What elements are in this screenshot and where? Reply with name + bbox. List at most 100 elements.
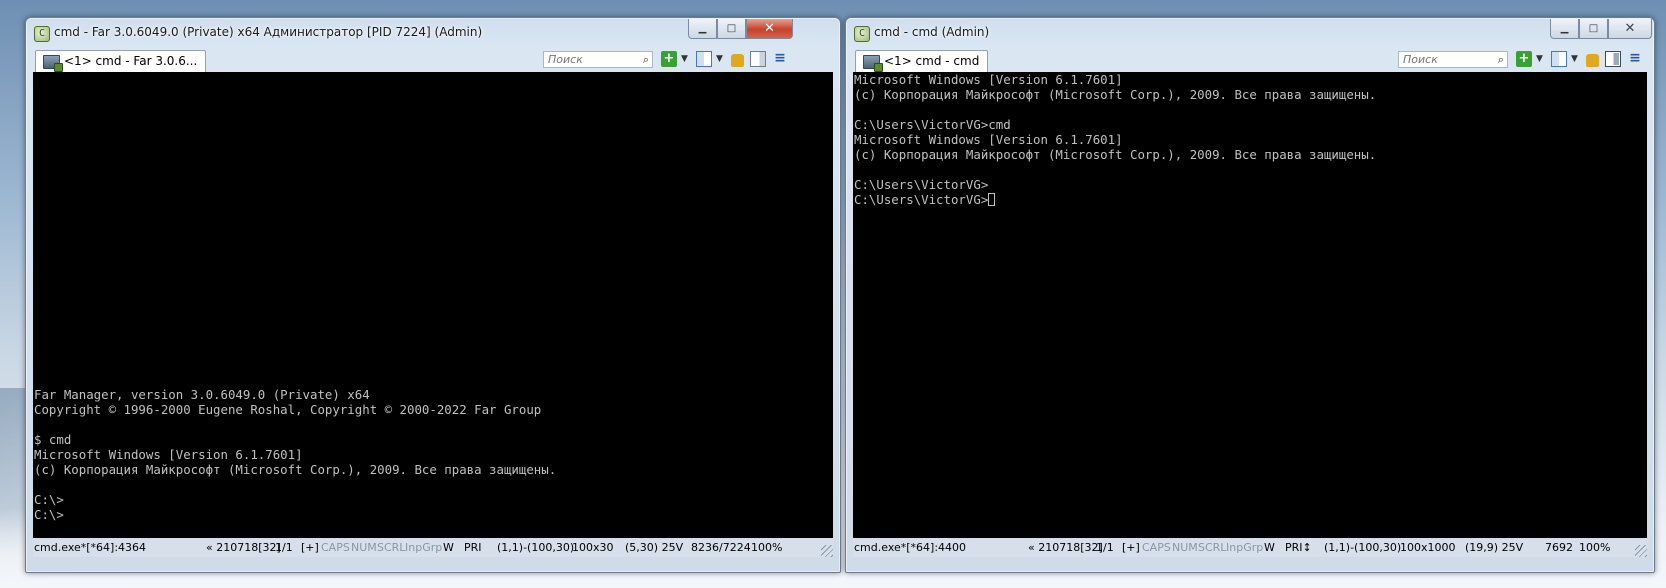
tab-console-1[interactable]: <1> cmd - cmd: [855, 50, 989, 72]
console-area[interactable]: Far Manager, version 3.0.6049.0 (Private…: [33, 72, 833, 538]
status-pages[interactable]: 1/1: [275, 541, 293, 554]
split-icon[interactable]: [750, 51, 766, 67]
status-zoom[interactable]: 100%: [751, 541, 782, 554]
status-size[interactable]: 100x1000: [1400, 541, 1456, 554]
status-w[interactable]: W: [1264, 541, 1275, 554]
split-icon[interactable]: [1605, 51, 1621, 67]
status-zoom[interactable]: 100%: [1579, 541, 1610, 554]
maximize-icon[interactable]: □: [1579, 19, 1608, 39]
status-bar: cmd.exe*[*64]:4364 « 210718[32] 1/1 [+] …: [33, 539, 833, 557]
search-icon[interactable]: ⌕: [643, 53, 649, 67]
chevron-down-icon[interactable]: ▼: [715, 51, 724, 67]
status-size[interactable]: 100x30: [572, 541, 614, 554]
console-line: Microsoft Windows [Version 6.1.7601]: [854, 72, 1123, 87]
console-line: $ cmd: [34, 432, 72, 447]
console-line: (c) Корпорация Майкрософт (Microsoft Cor…: [854, 147, 1377, 162]
minimize-icon[interactable]: ▁: [688, 19, 717, 39]
status-w[interactable]: W: [443, 541, 454, 554]
console-line: Microsoft Windows [Version 6.1.7601]: [34, 447, 303, 462]
status-cursor[interactable]: (19,9) 25V: [1465, 541, 1523, 554]
chevron-down-icon[interactable]: ▼: [680, 51, 689, 67]
status-num[interactable]: NUM: [351, 541, 377, 554]
status-caps[interactable]: CAPS: [1142, 541, 1171, 554]
console-line: C:\Users\VictorVG>: [854, 177, 989, 192]
window-cmd: C cmd - cmd (Admin) ▁ □ ✕ <1> cmd - cmd …: [845, 17, 1655, 573]
status-scrl[interactable]: SCRL: [1198, 541, 1226, 554]
console-area[interactable]: Microsoft Windows [Version 6.1.7601] (c)…: [853, 72, 1647, 538]
new-console-icon[interactable]: +: [1516, 51, 1532, 67]
panel-view-icon[interactable]: [1551, 51, 1567, 67]
window-title: cmd - Far 3.0.6049.0 (Private) x64 Админ…: [54, 25, 483, 39]
lock-icon[interactable]: [1586, 53, 1599, 67]
console-prompt-line: C:\Users\VictorVG>: [853, 192, 1647, 207]
status-build[interactable]: « 210718[32]: [1028, 541, 1103, 554]
window-controls: ▁ □ ✕: [688, 19, 793, 39]
toolbar-icons: + ▼ ▼ ≡: [1516, 51, 1643, 67]
status-process[interactable]: cmd.exe*[*64]:4364: [34, 541, 146, 554]
tab-label: <1> cmd - cmd: [884, 54, 980, 68]
conemu-app-icon[interactable]: C: [34, 26, 50, 42]
status-pages[interactable]: 1/1: [1096, 541, 1114, 554]
status-pri[interactable]: PRI↕: [1285, 541, 1312, 554]
search-input[interactable]: [544, 52, 638, 67]
status-build[interactable]: « 210718[32]: [206, 541, 281, 554]
search-input[interactable]: [1399, 52, 1493, 67]
console-line: (c) Корпорация Майкрософт (Microsoft Cor…: [854, 87, 1377, 102]
search-icon[interactable]: ⌕: [1498, 53, 1504, 67]
search-box[interactable]: ⌕: [1398, 51, 1508, 68]
console-line: C:\>: [34, 492, 64, 507]
prompt-text: C:\Users\VictorVG>: [854, 192, 989, 207]
panel-view-icon[interactable]: [696, 51, 712, 67]
close-icon[interactable]: ✕: [746, 19, 793, 39]
menu-icon[interactable]: ≡: [772, 51, 788, 67]
resize-grip-icon[interactable]: [821, 545, 833, 557]
status-bar: cmd.exe*[*64]:4400 « 210718[32] 1/1 [+] …: [853, 539, 1647, 557]
tab-console-1[interactable]: <1> cmd - Far 3.0.6...: [35, 50, 207, 72]
status-process[interactable]: cmd.exe*[*64]:4400: [854, 541, 966, 554]
chevron-down-icon[interactable]: ▼: [1535, 51, 1544, 67]
menu-icon[interactable]: ≡: [1627, 51, 1643, 67]
tab-label: <1> cmd - Far 3.0.6...: [64, 54, 198, 68]
status-caps[interactable]: CAPS: [321, 541, 350, 554]
status-inpgrp[interactable]: InpGrp: [405, 541, 442, 554]
new-console-icon[interactable]: +: [661, 51, 677, 67]
minimize-icon[interactable]: ▁: [1550, 19, 1579, 39]
tab-toolbar: <1> cmd - cmd ⌕ + ▼ ▼ ≡: [853, 48, 1647, 72]
title-bar[interactable]: C cmd - Far 3.0.6049.0 (Private) x64 Адм…: [26, 18, 840, 48]
status-cursor[interactable]: (5,30) 25V: [625, 541, 683, 554]
console-line: C:\Users\VictorVG>cmd: [854, 117, 1011, 132]
toolbar-icons: + ▼ ▼ ≡: [661, 51, 788, 67]
chevron-down-icon[interactable]: ▼: [1570, 51, 1579, 67]
close-icon[interactable]: ✕: [1608, 19, 1652, 39]
maximize-icon[interactable]: □: [717, 19, 746, 39]
console-line: C:\>: [34, 507, 64, 522]
console-tab-icon: [43, 55, 63, 72]
tab-toolbar: <1> cmd - Far 3.0.6... ⌕ + ▼ ▼ ≡: [33, 48, 833, 72]
search-box[interactable]: ⌕: [543, 51, 653, 68]
window-far-manager: C cmd - Far 3.0.6049.0 (Private) x64 Адм…: [25, 17, 841, 573]
status-scrl[interactable]: SCRL: [377, 541, 405, 554]
status-mem[interactable]: 7692: [1545, 541, 1573, 554]
console-line: Copyright © 1996-2000 Eugene Roshal, Cop…: [34, 402, 542, 417]
conemu-app-icon[interactable]: C: [854, 26, 870, 42]
window-title: cmd - cmd (Admin): [874, 25, 990, 39]
console-line: Far Manager, version 3.0.6049.0 (Private…: [34, 387, 370, 402]
status-pri[interactable]: PRI: [464, 541, 482, 554]
status-inpgrp[interactable]: InpGrp: [1226, 541, 1263, 554]
status-region[interactable]: (1,1)-(100,30): [497, 541, 574, 554]
status-mem[interactable]: 8236/7224: [691, 541, 751, 554]
status-plus[interactable]: [+]: [301, 541, 319, 554]
title-bar[interactable]: C cmd - cmd (Admin) ▁ □ ✕: [846, 18, 1654, 48]
console-line: (c) Корпорация Майкрософт (Microsoft Cor…: [34, 462, 557, 477]
status-num[interactable]: NUM: [1172, 541, 1198, 554]
console-blank-area: [33, 72, 833, 387]
status-plus[interactable]: [+]: [1122, 541, 1140, 554]
lock-icon[interactable]: [731, 53, 744, 67]
console-line: Microsoft Windows [Version 6.1.7601]: [854, 132, 1123, 147]
status-region[interactable]: (1,1)-(100,30): [1324, 541, 1401, 554]
resize-grip-icon[interactable]: [1635, 545, 1647, 557]
